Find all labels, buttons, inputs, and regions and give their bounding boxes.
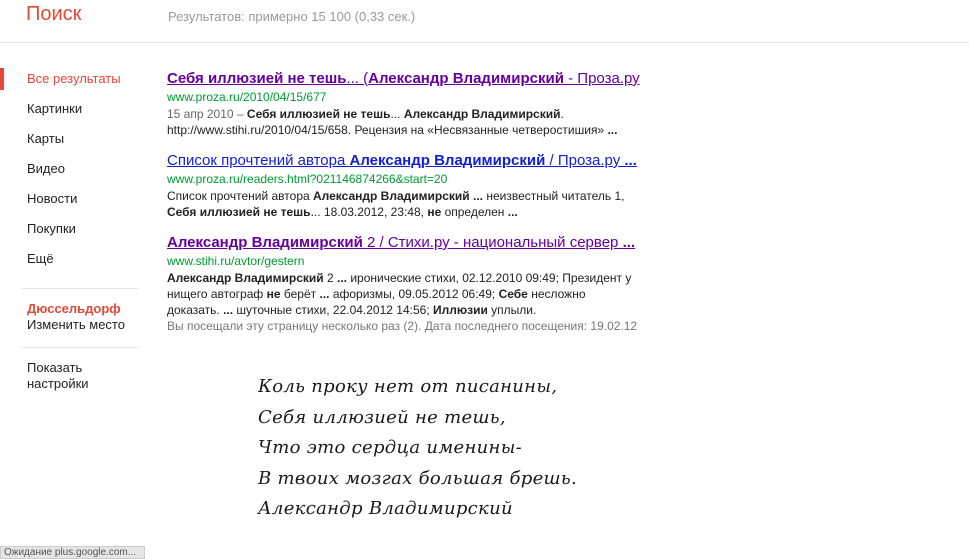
- page-title: Поиск: [26, 3, 82, 25]
- snippet-line: нищего автограф не берёт ... афоризмы, 0…: [167, 286, 707, 302]
- sidebar-item-news[interactable]: Новости: [0, 184, 145, 214]
- text-segment: ...: [337, 271, 348, 285]
- location-block: Дюссельдорф Изменить место: [0, 301, 145, 333]
- text-segment: неизвестный читатель 1,: [483, 189, 625, 203]
- text-segment: нищего автограф: [167, 287, 267, 301]
- poem-line: Что это сердца именины-: [258, 437, 523, 458]
- result-url: www.proza.ru/2010/04/15/677: [167, 90, 327, 104]
- text-segment: / Проза.ру: [545, 152, 625, 169]
- sidebar-item-more[interactable]: Ещё: [0, 244, 145, 274]
- text-segment: ...: [507, 205, 518, 219]
- header-divider: [0, 42, 969, 43]
- text-segment: иронические стихи, 02.12.2010 09:49; Пре…: [347, 271, 632, 285]
- result-url: www.proza.ru/readers.html?021146874266&s…: [167, 172, 448, 186]
- result-title-link[interactable]: Александр Владимирский 2 / Стихи.ру - на…: [167, 234, 707, 252]
- text-segment: ...: [607, 123, 618, 137]
- text-segment: афоризмы, 09.05.2012 06:49;: [329, 287, 499, 301]
- text-segment: Александр Владимирский: [403, 107, 561, 121]
- text-segment: уплыли.: [487, 303, 537, 317]
- text-segment: Александр Владимирский: [349, 152, 546, 169]
- sidebar-item-maps[interactable]: Карты: [0, 124, 145, 154]
- text-segment: Александр Владимирский: [167, 234, 363, 251]
- poem-line: В твоих мозгах большая брешь.: [258, 467, 578, 489]
- poem-line: Себя иллюзией не тешь,: [258, 406, 506, 428]
- text-segment: ...: [390, 107, 404, 121]
- location-city: Дюссельдорф: [27, 301, 121, 316]
- text-segment: не: [427, 205, 442, 219]
- text-segment: Список прочтений автора: [167, 152, 350, 169]
- poem-signature: Александр Владимирский: [258, 498, 513, 519]
- text-segment: Александр Владимирский ...: [313, 189, 483, 203]
- text-segment: доказать.: [167, 303, 224, 317]
- result-snippet: Александр Владимирский 2 ... иронические…: [167, 270, 707, 318]
- text-segment: Себе: [498, 287, 528, 301]
- sidebar-item-images[interactable]: Картинки: [0, 94, 145, 124]
- snippet-line: Себя иллюзией не тешь... 18.03.2012, 23:…: [167, 204, 707, 220]
- text-segment: .: [560, 107, 564, 121]
- result-item: Себя иллюзией не тешь... (Александр Влад…: [167, 70, 707, 138]
- text-segment: ...: [622, 234, 636, 251]
- poem-line: Коль проку нет от писанины,: [258, 376, 558, 397]
- sidebar-divider: [21, 288, 139, 289]
- text-segment: Себя иллюзией не тешь: [167, 205, 311, 219]
- snippet-line: Александр Владимирский 2 ... иронические…: [167, 270, 707, 286]
- text-segment: 15 апр 2010 –: [167, 107, 247, 121]
- text-segment: ...: [319, 287, 330, 301]
- text-segment: не: [266, 287, 281, 301]
- result-snippet: 15 апр 2010 – Себя иллюзией не тешь... А…: [167, 106, 707, 138]
- visit-info: Вы посещали эту страницу несколько раз (…: [167, 319, 638, 333]
- text-segment: берёт: [280, 287, 320, 301]
- results-list: Себя иллюзией не тешь... (Александр Влад…: [167, 70, 707, 348]
- snippet-line: доказать. ... шуточные стихи, 22.04.2012…: [167, 302, 707, 318]
- result-url: www.stihi.ru/avtor/gestern: [167, 254, 305, 268]
- text-segment: Себя иллюзией не тешь: [246, 107, 391, 121]
- text-segment: 2: [323, 271, 337, 285]
- sidebar-item-all-results[interactable]: Все результаты: [0, 64, 145, 94]
- result-title-link[interactable]: Себя иллюзией не тешь... (Александр Влад…: [167, 70, 707, 88]
- show-settings-link[interactable]: Показать настройки: [0, 360, 120, 392]
- text-segment: - Проза.ру: [563, 70, 640, 87]
- text-segment: Себя иллюзией не тешь: [167, 70, 347, 87]
- snippet-line: Список прочтений автора Александр Владим…: [167, 188, 707, 204]
- result-title-link[interactable]: Список прочтений автора Александр Владим…: [167, 152, 707, 170]
- snippet-line: http://www.stihi.ru/2010/04/15/658. Реце…: [167, 122, 707, 138]
- poem-image: Коль проку нет от писанины, Себя иллюзие…: [258, 372, 577, 525]
- snippet-line: 15 апр 2010 – Себя иллюзией не тешь... А…: [167, 106, 707, 122]
- text-segment: ...: [624, 152, 637, 169]
- result-item: Список прочтений автора Александр Владим…: [167, 152, 707, 220]
- text-segment: Александр Владимирский: [368, 70, 564, 87]
- sidebar-divider: [21, 347, 139, 348]
- result-item: Александр Владимирский 2 / Стихи.ру - на…: [167, 234, 707, 334]
- text-segment: Александр Владимирский: [167, 271, 324, 285]
- sidebar-item-video[interactable]: Видео: [0, 154, 145, 184]
- text-segment: 2 / Стихи.ру - национальный сервер: [362, 234, 623, 251]
- change-location-link[interactable]: Изменить место: [27, 317, 145, 333]
- browser-status-bar: Ожидание plus.google.com...: [0, 546, 145, 559]
- text-segment: http://www.stihi.ru/2010/04/15/658. Реце…: [167, 123, 608, 137]
- text-segment: определен: [441, 205, 508, 219]
- text-segment: шуточные стихи, 22.04.2012 14:56;: [233, 303, 433, 317]
- sidebar: Все результаты Картинки Карты Видео Ново…: [0, 64, 145, 392]
- result-stats: Результатов: примерно 15 100 (0,33 сек.): [168, 9, 416, 24]
- text-segment: Список прочтений автора: [167, 189, 313, 203]
- sidebar-item-shopping[interactable]: Покупки: [0, 214, 145, 244]
- text-segment: ... (: [346, 70, 369, 87]
- text-segment: Иллюзии: [432, 303, 488, 317]
- text-segment: ... 18.03.2012, 23:48,: [310, 205, 428, 219]
- text-segment: ...: [223, 303, 234, 317]
- result-snippet: Список прочтений автора Александр Владим…: [167, 188, 707, 220]
- text-segment: несложно: [527, 287, 586, 301]
